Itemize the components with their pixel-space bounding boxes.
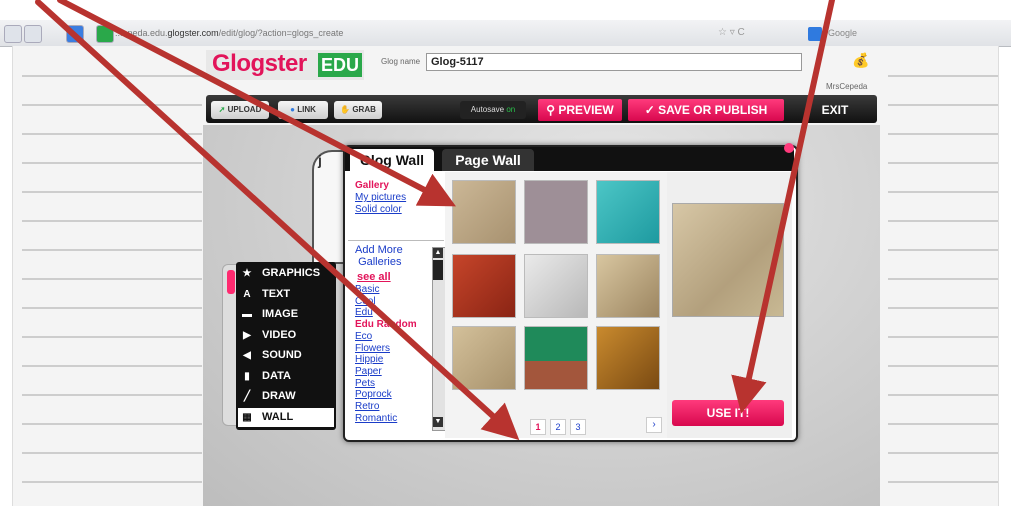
tool-text[interactable]: A TEXT — [238, 285, 334, 304]
thumb-violin-sketch[interactable] — [452, 326, 516, 390]
tool-video[interactable]: ▶ VIDEO — [238, 326, 334, 345]
thumb-chalkboard-brick[interactable] — [524, 326, 588, 390]
save-or-publish-button[interactable]: ✓ SAVE OR PUBLISH — [628, 99, 784, 121]
text-icon: A — [243, 288, 251, 300]
preview-button[interactable]: ⚲ PREVIEW — [538, 99, 622, 121]
glog-name-input[interactable]: Glog-5117 — [426, 53, 802, 71]
thumb-mauve-texture[interactable] — [524, 180, 588, 244]
tool-label: SOUND — [262, 349, 302, 361]
tool-label: TEXT — [262, 287, 291, 300]
username[interactable]: MrsCepeda — [826, 82, 867, 91]
category-link[interactable]: Edu — [355, 307, 435, 319]
page-button[interactable]: 2 — [550, 419, 566, 435]
tool-label: GRAPHICS — [262, 267, 321, 279]
data-icon: ▮ — [244, 370, 250, 382]
tool-label: VIDEO — [262, 328, 297, 341]
user-avatar-icon[interactable]: 💰 — [852, 52, 869, 69]
scroll-down-icon[interactable]: ▼ — [433, 417, 443, 427]
edu-badge: EDU — [318, 53, 362, 77]
canvas-text: j — [318, 152, 322, 168]
category-link[interactable]: Eco — [355, 331, 435, 343]
glog-name-label: Glog name — [381, 57, 421, 66]
tool-label: WALL — [262, 410, 294, 423]
next-page-button[interactable]: › — [646, 417, 662, 433]
thumb-us-map[interactable] — [452, 180, 516, 244]
star-icon: ★ — [242, 268, 252, 279]
video-icon: ▶ — [243, 329, 251, 341]
tool-draw[interactable]: ╱ DRAW — [238, 387, 334, 406]
glogster-logo: Glogster — [212, 50, 307, 77]
tool-graphics[interactable]: ★ GRAPHICS — [238, 264, 334, 283]
search-engine-icon[interactable] — [808, 27, 822, 41]
thumb-water[interactable] — [596, 180, 660, 244]
star-icon[interactable]: ☆ ▿ C — [718, 27, 745, 38]
thumb-lion-sketch[interactable] — [524, 254, 588, 318]
tool-label: IMAGE — [262, 308, 299, 320]
wall-icon: ▦ — [242, 411, 252, 423]
grab-button[interactable]: ✋ GRAB — [334, 101, 382, 119]
tool-data[interactable]: ▮ DATA — [238, 367, 334, 386]
lined-paper-left — [22, 56, 202, 496]
category-link[interactable]: Hippie — [355, 354, 435, 366]
category-link[interactable]: Basic — [355, 284, 435, 296]
search-input[interactable]: Google — [828, 24, 898, 42]
use-it-button[interactable]: USE IT! — [672, 400, 784, 426]
tab-glog-wall[interactable]: Glog Wall — [350, 149, 434, 171]
tool-label: DRAW — [262, 390, 296, 402]
thumb-gold-texture[interactable] — [596, 326, 660, 390]
home-icon[interactable] — [66, 25, 84, 43]
see-all-link[interactable]: see all — [357, 271, 391, 283]
tool-image[interactable]: ▬ IMAGE — [238, 305, 334, 324]
scroll-up-icon[interactable]: ▲ — [433, 248, 443, 258]
category-link[interactable]: Paper — [355, 366, 435, 378]
thumb-eye-sketch[interactable] — [596, 254, 660, 318]
page-button[interactable]: 3 — [570, 419, 586, 435]
category-link[interactable]: Poprock — [355, 389, 435, 401]
pencil-icon: ╱ — [243, 391, 251, 402]
upload-button[interactable]: ➚ UPLOAD — [211, 101, 269, 119]
divider — [348, 240, 444, 241]
my-pictures-link[interactable]: My pictures — [355, 192, 406, 204]
tool-label: DATA — [262, 369, 291, 382]
add-more-galleries-text: Add More Galleries — [355, 244, 403, 268]
tool-rail-handle[interactable] — [227, 270, 235, 294]
tool-sound[interactable]: ◀ SOUND — [238, 346, 334, 365]
category-link[interactable]: Edu Random — [355, 319, 435, 331]
selected-wall-preview — [672, 203, 784, 317]
check-icon: ✓ — [644, 103, 655, 117]
category-link[interactable]: Pets — [355, 378, 435, 390]
link-button[interactable]: ● LINK — [278, 101, 328, 119]
scroll-thumb[interactable] — [433, 260, 443, 280]
site-icon — [96, 25, 114, 43]
sound-icon: ◀ — [243, 350, 251, 361]
pagination: 123 — [530, 417, 590, 435]
page-button[interactable]: 1 — [530, 419, 546, 435]
search-icon: ⚲ — [546, 103, 556, 117]
category-link[interactable]: Flowers — [355, 343, 435, 355]
solid-color-link[interactable]: Solid color — [355, 204, 402, 216]
close-icon[interactable] — [784, 143, 794, 153]
lined-paper-right — [888, 56, 998, 496]
category-link[interactable]: Romantic — [355, 413, 435, 425]
autosave-toggle[interactable]: Autosave on — [460, 101, 526, 119]
category-link[interactable]: Cool — [355, 296, 435, 308]
thumb-red-texture[interactable] — [452, 254, 516, 318]
back-button[interactable] — [4, 25, 22, 43]
tool-wall[interactable]: ▦ WALL — [238, 407, 334, 427]
exit-button[interactable]: EXIT — [805, 99, 865, 121]
category-link[interactable]: Retro — [355, 401, 435, 413]
image-icon: ▬ — [242, 309, 252, 320]
forward-button[interactable] — [24, 25, 42, 43]
category-list: Basic Cool Edu Edu Random Eco Flowers Hippie Pa… — [355, 284, 435, 424]
tab-page-wall[interactable]: Page Wall — [442, 149, 534, 171]
address-bar[interactable]: ...epeda.edu.glogster.com/edit/glog/?act… — [115, 24, 715, 42]
gallery-link[interactable]: Gallery — [355, 180, 389, 191]
